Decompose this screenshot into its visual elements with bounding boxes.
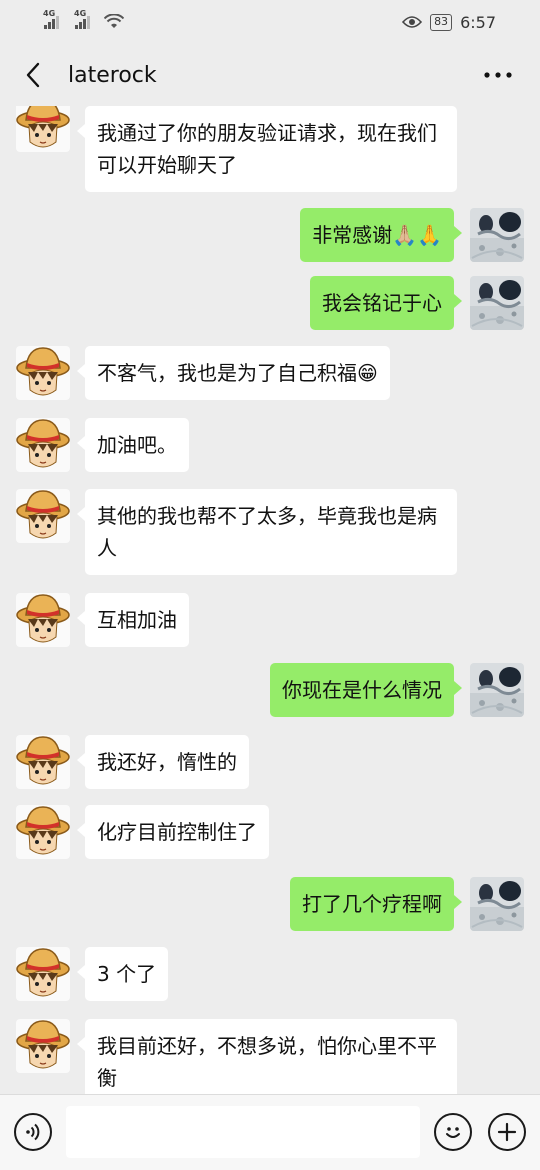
contact-avatar[interactable] (16, 805, 70, 859)
contact-avatar[interactable] (16, 735, 70, 789)
clock: 6:57 (460, 12, 496, 32)
add-button[interactable] (488, 1113, 526, 1151)
more-dots-icon (484, 72, 512, 78)
incoming-message-bubble[interactable]: 我还好，惰性的 (77, 735, 249, 789)
outgoing-message-bubble[interactable]: 非常感谢🙏🏼🙏 (300, 208, 462, 262)
incoming-message-bubble[interactable]: 3 个了 (76, 947, 169, 1001)
chat-title: laterock (68, 62, 157, 88)
my-avatar[interactable] (470, 877, 524, 931)
incoming-message-bubble[interactable]: 不客气，我也是为了自己积福😁 (77, 346, 390, 400)
outgoing-message-bubble[interactable]: 你现在是什么情况 (270, 663, 462, 717)
contact-avatar[interactable] (16, 489, 70, 543)
message-row: 化疗目前控制住了 (0, 805, 540, 859)
plus-icon (497, 1122, 517, 1142)
my-avatar[interactable] (470, 663, 524, 717)
message-input[interactable] (66, 1106, 420, 1158)
status-right: 83 6:57 (402, 13, 496, 32)
network-type-2: 4G (74, 9, 87, 18)
contact-avatar[interactable] (16, 1019, 70, 1073)
incoming-message-bubble[interactable]: 互相加油 (77, 593, 189, 647)
message-row: 我通过了你的朋友验证请求，现在我们可以开始聊天了 (0, 106, 540, 192)
message-row: 3 个了 (0, 947, 540, 1001)
incoming-message-bubble[interactable]: 加油吧。 (77, 418, 189, 472)
outgoing-message-bubble[interactable]: 打了几个疗程啊 (290, 877, 462, 931)
outgoing-message-bubble[interactable]: 我会铭记于心 (310, 276, 462, 330)
more-button[interactable] (478, 60, 518, 90)
chevron-left-icon (26, 62, 40, 88)
signal-icon-2: 4G (74, 9, 90, 29)
message-list[interactable]: 我通过了你的朋友验证请求，现在我们可以开始聊天了 非常感谢🙏🏼🙏 我会铭记于心 … (0, 106, 540, 1094)
message-row: 非常感谢🙏🏼🙏 (0, 208, 540, 262)
incoming-message-bubble[interactable]: 其他的我也帮不了太多，毕竟我也是病人 (77, 489, 457, 575)
message-row: 我会铭记于心 (0, 276, 540, 330)
message-row: 不客气，我也是为了自己积福😁 (0, 346, 540, 400)
message-row: 打了几个疗程啊 (0, 877, 540, 931)
message-row: 加油吧。 (0, 418, 540, 472)
emoji-button[interactable] (434, 1113, 472, 1151)
incoming-message-bubble[interactable]: 我通过了你的朋友验证请求，现在我们可以开始聊天了 (77, 106, 457, 192)
eye-icon (402, 16, 423, 28)
message-row: 你现在是什么情况 (0, 663, 540, 717)
message-row: 互相加油 (0, 593, 540, 647)
message-row: 我还好，惰性的 (0, 735, 540, 789)
signal-icon: 4G (43, 9, 59, 29)
message-row: 我目前还好，不想多说，怕你心里不平衡 (0, 1019, 540, 1094)
header-left: laterock (18, 60, 157, 90)
incoming-message-bubble[interactable]: 我目前还好，不想多说，怕你心里不平衡 (77, 1019, 457, 1094)
back-button[interactable] (18, 60, 48, 90)
contact-avatar[interactable] (16, 346, 70, 400)
voice-icon (26, 1123, 40, 1141)
my-avatar[interactable] (470, 276, 524, 330)
input-bar (0, 1094, 540, 1170)
network-type-1: 4G (43, 9, 56, 18)
chat-header: laterock (0, 44, 540, 106)
status-bar: 4G 4G 83 6:57 (0, 0, 540, 44)
my-avatar[interactable] (470, 208, 524, 262)
message-row: 其他的我也帮不了太多，毕竟我也是病人 (0, 489, 540, 575)
contact-avatar[interactable] (16, 947, 70, 1001)
emoji-icon (446, 1127, 460, 1138)
battery-level: 83 (430, 13, 453, 31)
incoming-message-bubble[interactable]: 化疗目前控制住了 (77, 805, 269, 859)
contact-avatar[interactable] (16, 106, 70, 152)
wifi-icon (104, 14, 124, 28)
contact-avatar[interactable] (16, 418, 70, 472)
status-left: 4G 4G (43, 9, 124, 30)
contact-avatar[interactable] (16, 593, 70, 647)
voice-button[interactable] (14, 1113, 52, 1151)
